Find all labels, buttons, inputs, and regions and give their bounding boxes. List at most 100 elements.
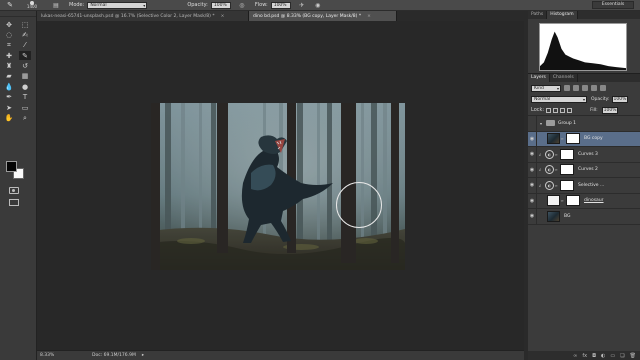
layer-mask-thumbnail[interactable] (560, 164, 574, 176)
tab-paths[interactable]: Paths (528, 11, 548, 19)
layer-curves-2[interactable]: ◉ ↲ ◐ ∞ Curves 2 (528, 162, 640, 178)
close-tab-icon[interactable]: × (221, 14, 225, 19)
eyedropper-tool-icon[interactable]: ⁄ (19, 41, 31, 50)
gradient-tool-icon[interactable]: ▦ (19, 72, 31, 81)
tab-lukas-neasi-psd[interactable]: lukas-neasi-65741-unsplash.psd @ 16.7% (… (37, 11, 249, 21)
layer-mask-thumbnail[interactable] (566, 133, 580, 145)
layer-name: BG (564, 213, 571, 219)
new-layer-icon[interactable]: ❏ (620, 353, 624, 359)
tab-channels[interactable]: Channels (550, 74, 578, 82)
eraser-tool-icon[interactable]: ▰ (3, 72, 15, 81)
fill-input[interactable]: 100% (601, 106, 618, 114)
quick-selection-tool-icon[interactable]: ✍ (19, 30, 31, 39)
brush-size-picker[interactable]: 1400 (19, 1, 45, 10)
type-tool-icon[interactable]: T (19, 93, 31, 102)
brush-tool-preset-icon[interactable]: ✎ (5, 1, 15, 10)
crop-tool-icon[interactable]: ⌗ (3, 41, 15, 50)
smart-object-filter-icon[interactable] (600, 85, 606, 91)
tab-histogram[interactable]: Histogram (547, 11, 578, 19)
new-adjustment-icon[interactable]: ◐ (601, 353, 605, 359)
layer-dinosaur[interactable]: ◉ ∞ dinosaur (528, 193, 640, 209)
curves-adjustment-icon: ◐ (545, 165, 554, 175)
add-mask-icon[interactable]: ◘ (592, 353, 596, 359)
mask-link-icon[interactable]: ∞ (554, 152, 558, 157)
foreground-color-swatch[interactable] (6, 161, 17, 172)
eye-icon[interactable]: ◉ (528, 193, 537, 208)
lasso-tool-icon[interactable]: ◌ (3, 30, 15, 39)
flow-input[interactable]: 100% (270, 1, 291, 9)
move-tool-icon[interactable]: ✥ (3, 20, 15, 29)
layer-bg-copy[interactable]: ◉ ∞ BG copy (528, 131, 640, 147)
link-layers-icon[interactable]: ∞ (573, 353, 577, 359)
visibility-toggle-off[interactable] (528, 116, 537, 131)
type-filter-icon[interactable] (582, 85, 588, 91)
dodge-tool-icon[interactable]: ● (19, 82, 31, 91)
zoom-tool-icon[interactable]: ⌕ (19, 114, 31, 123)
layer-selective-color[interactable]: ◉ ↲ ◐ ∞ Selective ... (528, 178, 640, 194)
tab-layers[interactable]: Layers (528, 74, 550, 82)
opacity-label: Opacity: (187, 2, 208, 8)
brush-panel-toggle-icon[interactable]: ▤ (51, 1, 61, 10)
lock-image-icon[interactable] (553, 107, 559, 113)
layer-thumbnail (547, 195, 560, 207)
blend-row: Normal Opacity: 100% (528, 94, 640, 105)
lock-all-icon[interactable] (567, 107, 573, 113)
hand-tool-icon[interactable]: ✋ (3, 114, 15, 123)
workspace-switcher[interactable]: Essentials (592, 1, 634, 9)
screen-mode-icon[interactable] (9, 199, 19, 206)
blur-tool-icon[interactable]: 💧 (3, 82, 15, 91)
airbrush-icon[interactable]: ✈ (297, 1, 307, 10)
blend-mode-select[interactable]: Normal (531, 96, 587, 103)
marquee-tool-icon[interactable]: ⬚ (19, 20, 31, 29)
close-tab-icon[interactable]: × (367, 14, 371, 19)
layer-opacity-input[interactable]: 100% (611, 96, 628, 103)
mode-select[interactable]: Normal (87, 1, 148, 9)
path-selection-tool-icon[interactable]: ➤ (3, 103, 15, 112)
eye-icon[interactable]: ◉ (528, 178, 537, 193)
rectangle-tool-icon[interactable]: ▭ (19, 103, 31, 112)
pressure-size-icon[interactable]: ◉ (313, 1, 323, 10)
clone-stamp-tool-icon[interactable]: ♜ (3, 62, 15, 71)
pixel-filter-icon[interactable] (564, 85, 570, 91)
opacity-input[interactable]: 100% (210, 1, 231, 9)
mask-link-icon[interactable]: ∞ (554, 183, 558, 188)
histogram-graph (539, 23, 627, 71)
layer-group-1[interactable]: ▾ Group 1 (528, 116, 640, 132)
eye-icon[interactable]: ◉ (528, 209, 537, 224)
eye-icon[interactable]: ◉ (528, 147, 537, 162)
lock-position-icon[interactable] (560, 107, 566, 113)
quick-mask-icon[interactable] (9, 187, 19, 194)
expand-group-icon[interactable]: ▾ (540, 121, 542, 126)
layer-mask-thumbnail[interactable] (560, 179, 574, 191)
layer-bg[interactable]: ◉ BG (528, 209, 640, 225)
layer-kind-filter[interactable]: Kind (531, 84, 561, 92)
mask-link-icon[interactable]: ∞ (560, 136, 564, 141)
eye-icon[interactable]: ◉ (528, 131, 537, 146)
layer-name: Selective ... (578, 182, 605, 188)
healing-brush-tool-icon[interactable]: ✚ (3, 51, 15, 60)
layer-name: Curves 2 (578, 167, 598, 173)
tab-dino-psd[interactable]: dino bd.psd @ 8.33% (BG copy, Layer Mask… (249, 11, 397, 21)
adjustment-filter-icon[interactable] (573, 85, 579, 91)
shape-filter-icon[interactable] (591, 85, 597, 91)
fx-icon[interactable]: fx (582, 353, 587, 359)
layer-curves-3[interactable]: ◉ ↲ ◐ ∞ Curves 3 (528, 147, 640, 163)
pen-tool-icon[interactable]: ✒ (3, 93, 15, 102)
brush-tool-icon[interactable]: ✎ (19, 51, 31, 61)
layer-mask-thumbnail[interactable] (566, 195, 580, 207)
canvas-workspace[interactable] (37, 21, 561, 360)
layers-bottom-bar: ∞ fx ◘ ◐ ▭ ❏ 🗑 (528, 351, 640, 360)
status-menu-icon[interactable]: ▸ (142, 353, 144, 358)
eye-icon[interactable]: ◉ (528, 162, 537, 177)
history-brush-tool-icon[interactable]: ↺ (19, 62, 31, 71)
lock-transparent-icon[interactable] (546, 107, 552, 113)
mask-link-icon[interactable]: ∞ (560, 198, 564, 203)
pressure-opacity-icon[interactable]: ◎ (237, 1, 247, 10)
brush-size-value: 1400 (26, 4, 38, 9)
layer-mask-thumbnail[interactable] (560, 148, 574, 160)
trash-icon[interactable]: 🗑 (630, 353, 636, 359)
zoom-level[interactable]: 8.33% (40, 352, 62, 359)
mask-link-icon[interactable]: ∞ (554, 167, 558, 172)
new-group-icon[interactable]: ▭ (610, 353, 615, 359)
layer-opacity-label: Opacity: (591, 97, 610, 102)
